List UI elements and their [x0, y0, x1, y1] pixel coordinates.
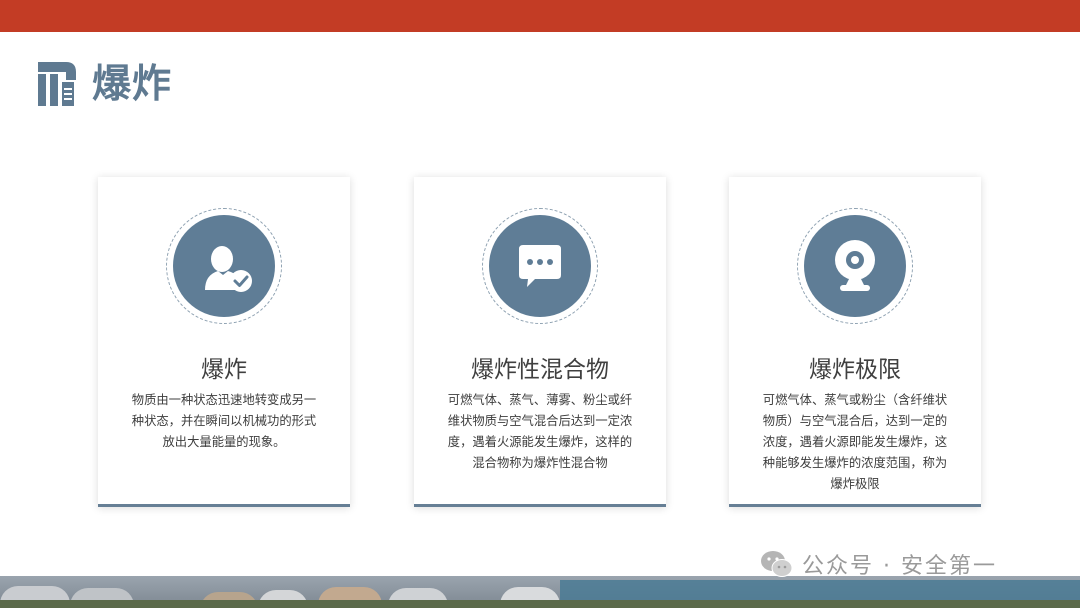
logo-icon: [38, 62, 76, 106]
card-line: 种能够发生爆炸的浓度范围，称为: [762, 456, 948, 470]
card-explosion: 爆炸 物质由一种状态迅速地转变成另一 种状态，并在瞬间以机械功的形式 放出大量能…: [98, 177, 350, 507]
card-line: 物质）与空气混合后，达到一定的: [762, 414, 948, 428]
top-banner: [0, 0, 1080, 32]
card-description: 可燃气体、蒸气或粉尘（含纤维状 物质）与空气混合后，达到一定的 浓度，遇着火源即…: [749, 390, 961, 495]
icon-ring: [482, 208, 598, 324]
card-line: 爆炸极限: [830, 477, 880, 491]
card-line: 可燃气体、蒸气、薄雾、粉尘或纤: [447, 393, 633, 407]
user-check-icon: [205, 246, 252, 292]
icon-ring: [166, 208, 282, 324]
card-line: 可燃气体、蒸气或粉尘（含纤维状: [762, 393, 948, 407]
card-description: 可燃气体、蒸气、薄雾、粉尘或纤 维状物质与空气混合后达到一定浓 度，遇着火源能发…: [434, 390, 646, 474]
webcam-icon: [835, 240, 875, 291]
icon-disc: [173, 215, 275, 317]
chat-bubble-icon: [519, 245, 561, 287]
card-title: 爆炸: [201, 357, 247, 383]
card-line: 维状物质与空气混合后达到一定浓: [447, 414, 633, 428]
watermark: 公众号 · 安全第一: [760, 547, 997, 581]
card-explosive-mixture: 爆炸性混合物 可燃气体、蒸气、薄雾、粉尘或纤 维状物质与空气混合后达到一定浓 度…: [414, 177, 666, 507]
page-title: 爆炸: [92, 62, 173, 107]
card-explosion-limit: 爆炸极限 可燃气体、蒸气或粉尘（含纤维状 物质）与空气混合后，达到一定的 浓度，…: [729, 177, 981, 507]
card-line: 物质由一种状态迅速地转变成另一: [131, 393, 317, 407]
card-line: 浓度，遇着火源即能发生爆炸，这: [762, 435, 948, 449]
sea-area: [560, 580, 1080, 600]
card-title: 爆炸性混合物: [471, 357, 609, 383]
card-line: 混合物称为爆炸性混合物: [472, 456, 608, 470]
card-description: 物质由一种状态迅速地转变成另一 种状态，并在瞬间以机械功的形式 放出大量能量的现…: [118, 390, 330, 453]
card-title: 爆炸极限: [809, 357, 901, 383]
icon-disc: [489, 215, 591, 317]
icon-ring: [797, 208, 913, 324]
wechat-icon: [761, 551, 793, 577]
card-line: 放出大量能量的现象。: [162, 435, 286, 449]
watermark-text: 公众号 · 安全第一: [802, 554, 997, 579]
card-line: 度，遇着火源能发生爆炸，这样的: [447, 435, 633, 449]
icon-disc: [804, 215, 906, 317]
ground: [0, 600, 1080, 608]
card-line: 种状态，并在瞬间以机械功的形式: [131, 414, 317, 428]
